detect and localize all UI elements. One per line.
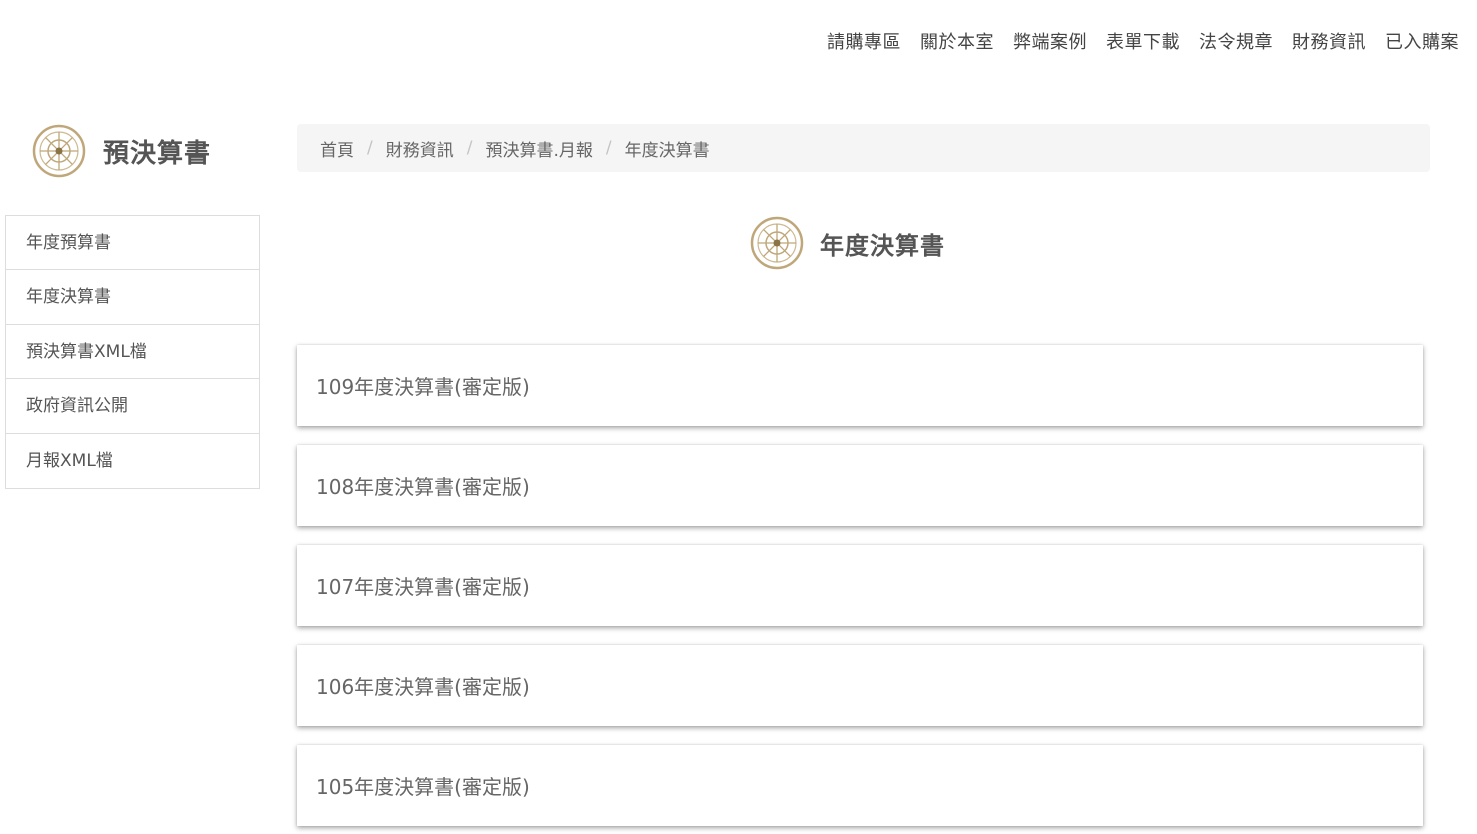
breadcrumb-budget-monthly[interactable]: 預決算書.月報 [485, 136, 592, 161]
document-card-106[interactable]: 106年度決算書(審定版) [297, 645, 1423, 726]
breadcrumb: 首頁 / 財務資訊 / 預決算書.月報 / 年度決算書 [297, 124, 1430, 172]
nav-item-about-office[interactable]: 關於本室 [920, 28, 994, 54]
sidebar-item-budget-xml[interactable]: 預決算書XML檔 [6, 325, 259, 380]
breadcrumb-current-page: 年度決算書 [624, 140, 710, 161]
breadcrumb-home[interactable]: 首頁 [320, 136, 354, 161]
breadcrumb-separator: / [466, 138, 473, 158]
sidebar-heading: 預決算書 [32, 124, 211, 178]
document-card-107[interactable]: 107年度決算書(審定版) [297, 545, 1423, 626]
sidebar-item-annual-final-accounts[interactable]: 年度決算書 [6, 270, 259, 325]
sidebar-item-annual-budget[interactable]: 年度預算書 [6, 216, 259, 271]
nav-item-completed-purchases[interactable]: 已入購案 [1385, 28, 1459, 54]
breadcrumb-separator: / [605, 138, 612, 158]
nav-item-form-downloads[interactable]: 表單下載 [1106, 28, 1180, 54]
nav-item-purchase-requests[interactable]: 請購專區 [827, 28, 901, 54]
sidebar-item-monthly-xml[interactable]: 月報XML檔 [6, 434, 259, 488]
top-navigation: 請購專區 關於本室 弊端案例 表單下載 法令規章 財務資訊 已入購案 [827, 28, 1459, 54]
page: 請購專區 關於本室 弊端案例 表單下載 法令規章 財務資訊 已入購案 預決算書 … [0, 0, 1477, 834]
dharma-wheel-emblem-icon [32, 124, 86, 178]
nav-item-financial-info[interactable]: 財務資訊 [1292, 28, 1366, 54]
sidebar-item-gov-info-disclosure[interactable]: 政府資訊公開 [6, 379, 259, 434]
document-card-108[interactable]: 108年度決算書(審定版) [297, 445, 1423, 526]
page-title-block: 年度決算書 [750, 216, 945, 270]
nav-item-misconduct-cases[interactable]: 弊端案例 [1013, 28, 1087, 54]
document-card-109[interactable]: 109年度決算書(審定版) [297, 345, 1423, 426]
sidebar-heading-title: 預決算書 [103, 138, 212, 169]
nav-item-regulations[interactable]: 法令規章 [1199, 28, 1273, 54]
document-list: 109年度決算書(審定版) 108年度決算書(審定版) 107年度決算書(審定版… [297, 345, 1423, 834]
document-card-105[interactable]: 105年度決算書(審定版) [297, 745, 1423, 826]
breadcrumb-financial-info[interactable]: 財務資訊 [386, 136, 454, 161]
breadcrumb-separator: / [367, 138, 373, 158]
sidebar-menu: 年度預算書 年度決算書 預決算書XML檔 政府資訊公開 月報XML檔 [5, 215, 260, 489]
dharma-wheel-emblem-icon [750, 216, 804, 270]
page-title: 年度決算書 [820, 231, 945, 260]
